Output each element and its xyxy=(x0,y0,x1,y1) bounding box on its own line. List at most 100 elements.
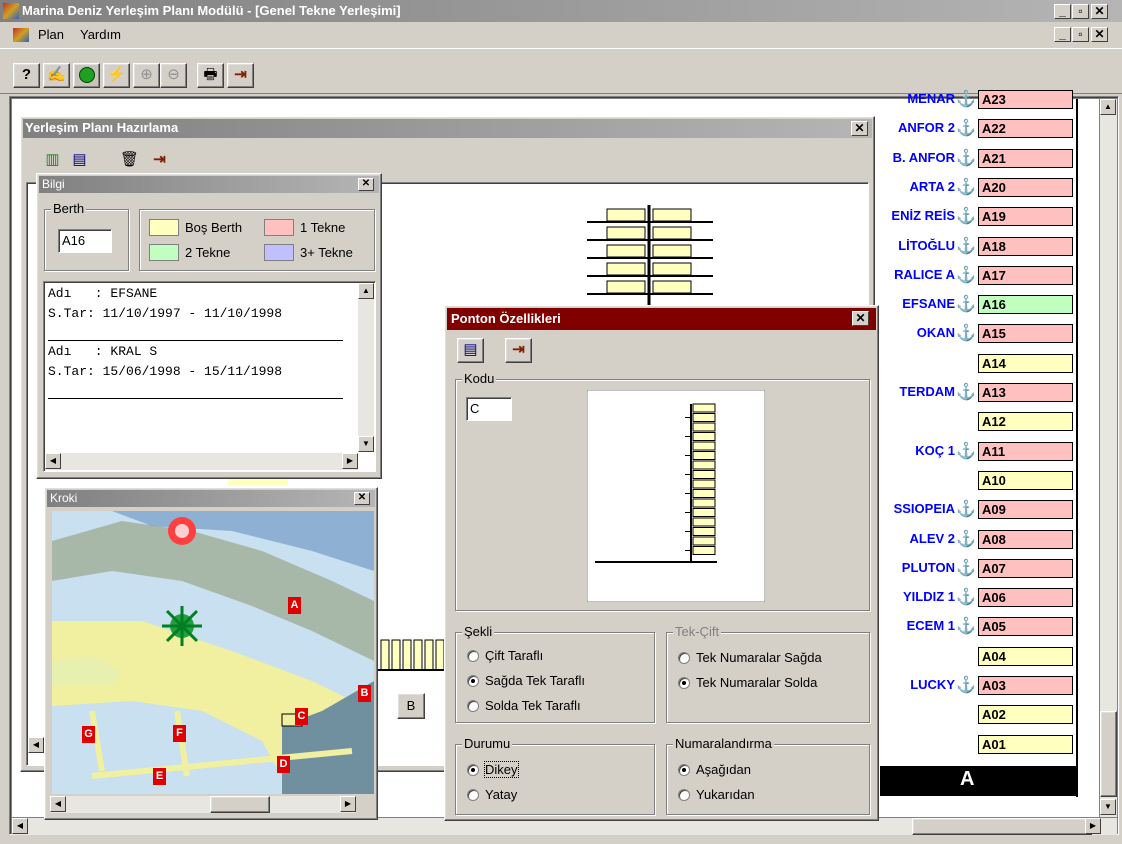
radio-dot[interactable] xyxy=(467,788,479,801)
kroki-scroll-thumb[interactable] xyxy=(210,796,270,813)
edit-icon[interactable]: ✍ xyxy=(43,63,70,88)
scroll-down-button[interactable]: ▼ xyxy=(1100,799,1116,815)
bilgi-scroll-left[interactable]: ◀ xyxy=(45,453,61,469)
berth-box[interactable]: A15 xyxy=(978,324,1073,344)
berth-box[interactable]: A01 xyxy=(978,734,1073,754)
kroki-marker-d[interactable]: D xyxy=(277,756,290,773)
sekli-option[interactable]: Solda Tek Taraflı xyxy=(467,698,581,713)
app-minimize-button[interactable]: _ xyxy=(1054,4,1071,19)
berth-box[interactable]: A08 xyxy=(978,529,1073,549)
berth-box[interactable]: A06 xyxy=(978,588,1073,608)
scroll-right-button[interactable]: ▶ xyxy=(1085,818,1101,834)
tekcift-option[interactable]: Tek Numaralar Solda xyxy=(678,675,817,690)
kroki-close-button[interactable]: ✕ xyxy=(354,492,370,505)
scroll-thumb[interactable] xyxy=(1100,711,1117,797)
doc-minimize-button[interactable]: _ xyxy=(1054,27,1071,42)
kroki-hscroll[interactable]: ◀ ▶ xyxy=(50,796,356,813)
ponton-save-icon[interactable]: ▤ xyxy=(457,338,484,363)
berth-box[interactable]: A12 xyxy=(978,412,1073,432)
zoom-out-icon[interactable]: ⊖ xyxy=(160,63,187,88)
bilgi-scroll-right[interactable]: ▶ xyxy=(342,453,358,469)
radio-dot[interactable] xyxy=(678,763,690,776)
pontoon-slot[interactable] xyxy=(606,226,646,240)
bilgi-scroll-down[interactable]: ▼ xyxy=(358,436,374,452)
menu-yardim[interactable]: Yardım xyxy=(80,27,121,42)
pontoon-slot[interactable] xyxy=(606,262,646,276)
kodu-input[interactable]: C xyxy=(466,397,512,421)
berth-box[interactable]: A10 xyxy=(978,470,1073,490)
berth-box[interactable]: A02 xyxy=(978,705,1073,725)
berth-box[interactable]: A07 xyxy=(978,558,1073,578)
berth-box[interactable]: A18 xyxy=(978,236,1073,256)
lightning-icon[interactable]: ⚡ xyxy=(103,63,130,88)
radio-dot[interactable] xyxy=(678,676,690,689)
bilgi-textarea-hscroll[interactable]: ◀ ▶ xyxy=(45,453,358,470)
doc-maximize-button[interactable]: ▫ xyxy=(1072,27,1089,42)
berth-box[interactable]: A13 xyxy=(978,383,1073,402)
berth-box[interactable]: A17 xyxy=(978,265,1073,285)
berth-box[interactable]: A05 xyxy=(978,617,1073,637)
radio-dot[interactable] xyxy=(467,763,479,776)
radio-dot[interactable] xyxy=(467,674,479,687)
menu-plan[interactable]: Plan xyxy=(38,27,64,42)
radio-dot[interactable] xyxy=(678,651,690,664)
bilgi-close-button[interactable]: ✕ xyxy=(358,178,374,191)
kroki-marker-e[interactable]: E xyxy=(153,768,166,785)
scroll-left-button[interactable]: ◀ xyxy=(12,818,28,834)
berth-box[interactable]: A21 xyxy=(978,148,1073,168)
sekli-option[interactable]: Çift Taraflı xyxy=(467,648,543,663)
kroki-scroll-left[interactable]: ◀ xyxy=(50,796,66,812)
zoom-in-icon[interactable]: ⊕ xyxy=(133,63,160,88)
berth-box[interactable]: A04 xyxy=(978,646,1073,666)
kroki-marker-c[interactable]: C xyxy=(295,708,308,725)
hscroll-thumb[interactable] xyxy=(912,818,1092,835)
doc-close-button[interactable]: ✕ xyxy=(1091,27,1108,42)
ponton-close-button[interactable]: ✕ xyxy=(852,311,869,326)
berth-box[interactable]: A03 xyxy=(978,676,1073,695)
numaralandirma-option[interactable]: Aşağıdan xyxy=(678,762,751,777)
ponton-exit-icon[interactable]: ⇥ xyxy=(505,338,532,363)
kroki-scroll-right[interactable]: ▶ xyxy=(340,796,356,812)
globe-icon[interactable] xyxy=(73,63,100,88)
pontoon-slot[interactable] xyxy=(652,208,692,222)
bilgi-textarea-vscroll[interactable]: ▲ ▼ xyxy=(358,283,374,452)
tekcift-option[interactable]: Tek Numaralar Sağda xyxy=(678,650,822,665)
berth-input[interactable]: A16 xyxy=(58,229,112,253)
kroki-marker-f[interactable]: F xyxy=(173,725,186,742)
kroki-marker-b[interactable]: B xyxy=(358,685,371,702)
help-icon[interactable]: ? xyxy=(13,63,40,88)
pontoon-slot[interactable] xyxy=(606,244,646,258)
berth-box[interactable]: A22 xyxy=(978,119,1073,139)
berth-box[interactable]: A19 xyxy=(978,207,1073,227)
layout-icon[interactable]: ▥ xyxy=(39,149,66,174)
pontoon-b-button[interactable]: B xyxy=(397,693,425,719)
app-maximize-button[interactable]: ▫ xyxy=(1072,4,1089,19)
radio-dot[interactable] xyxy=(678,788,690,801)
pontoon-slot[interactable] xyxy=(652,262,692,276)
yerlesim-close-button[interactable]: ✕ xyxy=(851,121,868,136)
kroki-marker-a[interactable]: A xyxy=(288,597,301,614)
pontoon-slot[interactable] xyxy=(606,208,646,222)
delete-icon[interactable]: 🗑 xyxy=(116,149,143,174)
yerlesim-scroll-left[interactable]: ◀ xyxy=(28,737,44,753)
radio-dot[interactable] xyxy=(467,699,479,712)
pontoon-slot[interactable] xyxy=(652,226,692,240)
numaralandirma-option[interactable]: Yukarıdan xyxy=(678,787,755,802)
sekli-option[interactable]: Sağda Tek Taraflı xyxy=(467,673,585,688)
main-vscroll[interactable]: ▲ ▼ xyxy=(1100,99,1117,817)
berth-box[interactable]: A20 xyxy=(978,177,1073,197)
yerlesim-exit-icon[interactable]: ⇥ xyxy=(146,149,173,174)
scroll-up-button[interactable]: ▲ xyxy=(1100,99,1116,115)
berth-box[interactable]: A16 xyxy=(978,295,1073,315)
app-close-button[interactable]: ✕ xyxy=(1091,4,1108,19)
bilgi-scroll-up[interactable]: ▲ xyxy=(358,283,374,299)
berth-box[interactable]: A11 xyxy=(978,441,1073,461)
pontoon-slot[interactable] xyxy=(652,244,692,258)
durumu-option[interactable]: Dikey xyxy=(467,761,519,778)
pontoon-slot[interactable] xyxy=(652,280,692,294)
save-edit-icon[interactable]: ▤ xyxy=(66,149,93,174)
radio-dot[interactable] xyxy=(467,649,479,662)
durumu-option[interactable]: Yatay xyxy=(467,787,517,802)
kroki-marker-g[interactable]: G xyxy=(82,726,95,743)
berth-box[interactable]: A14 xyxy=(978,353,1073,373)
